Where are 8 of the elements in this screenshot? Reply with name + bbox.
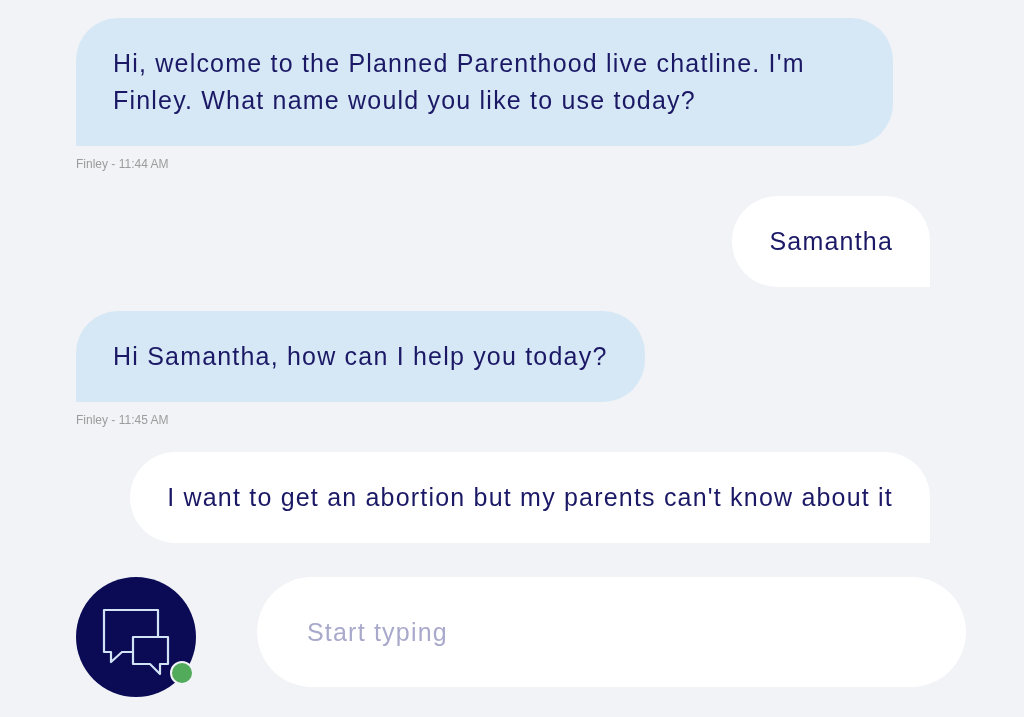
chat-bubbles-icon	[76, 577, 196, 697]
message-timestamp: Finley - 11:44 AM	[76, 156, 169, 172]
agent-message-bubble: Hi, welcome to the Planned Parenthood live chatline. I'm Finley. What name would you like to use today?	[76, 18, 893, 146]
message-input[interactable]: Start typing	[257, 577, 966, 687]
agent-message-bubble: Hi Samantha, how can I help you today?	[76, 311, 645, 402]
message-timestamp: Finley - 11:45 AM	[76, 412, 169, 428]
user-message-bubble: Samantha	[732, 196, 930, 287]
user-message-bubble: I want to get an abortion but my parents can't know about it	[130, 452, 930, 543]
